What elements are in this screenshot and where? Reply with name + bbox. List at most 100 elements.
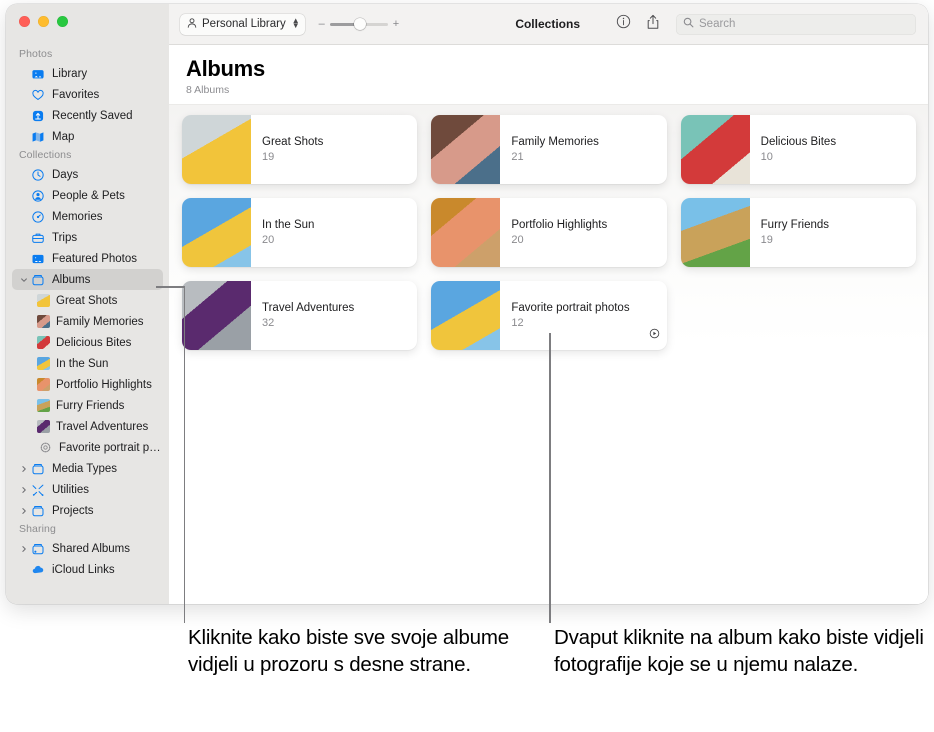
album-card[interactable]: Great Shots 19 [182,115,418,185]
sidebar-item-media-types[interactable]: Media Types [12,458,163,479]
album-card-body: Travel Adventures 32 [251,281,417,350]
album-title: Delicious Bites [760,136,837,149]
sidebar-item-recently-saved[interactable]: Recently Saved [12,105,163,126]
album-thumbnail-icon [37,336,50,349]
album-thumbnail-icon [37,315,50,328]
sidebar-item-featured-photos[interactable]: Featured Photos [12,248,163,269]
sidebar-section-header: Collections [19,149,72,161]
sidebar-item-shared-albums[interactable]: Shared Albums [12,538,163,559]
traffic-lights [19,16,68,27]
sidebar-item-days[interactable]: Days [12,164,163,185]
sidebar-item-favorite-portrait-photos[interactable]: Favorite portrait photos [12,437,163,458]
album-card[interactable]: Delicious Bites 10 [680,115,916,185]
sidebar-item-portfolio-highlights[interactable]: Portfolio Highlights [12,374,163,395]
album-thumbnail-icon [37,378,50,391]
utilities-icon [30,483,46,497]
sidebar-item-favorites[interactable]: Favorites [12,84,163,105]
sidebar-item-icloud-links[interactable]: iCloud Links [12,559,163,580]
album-title: In the Sun [262,219,315,232]
toolbar-title: Collections [515,17,580,31]
close-button[interactable] [19,16,30,27]
album-card[interactable]: Portfolio Highlights 20 [431,198,667,268]
album-card-body: In the Sun 20 [251,198,417,267]
sidebar-item-label: Trips [52,231,78,244]
library-label: Personal Library [202,18,286,30]
toolbar: Personal Library ▲ ▼ – + Collections Sea… [169,4,928,45]
album-photo-count: 21 [511,151,524,164]
sidebar-item-travel-adventures[interactable]: Travel Adventures [12,416,163,437]
search-input[interactable]: Search [699,18,735,30]
people-icon [30,189,46,203]
album-cover-image [680,115,750,185]
toolbar-actions [616,14,660,35]
sidebar-item-trips[interactable]: Trips [12,227,163,248]
album-photo-count: 19 [262,151,275,164]
album-cover-image [680,198,750,268]
page-title: Albums [186,56,265,81]
info-icon[interactable] [616,14,631,34]
album-card[interactable]: Furry Friends 19 [680,198,916,268]
album-card[interactable]: In the Sun 20 [182,198,418,268]
sidebar-item-delicious-bites[interactable]: Delicious Bites [12,332,163,353]
chevron-right-icon[interactable] [19,486,29,494]
share-icon[interactable] [646,14,660,35]
album-cover-image [182,198,251,268]
minimize-button[interactable] [38,16,49,27]
sidebar-item-albums[interactable]: Albums [12,269,163,290]
sidebar-item-label: Favorite portrait photos [59,441,163,454]
album-card[interactable]: Family Memories 21 [431,115,667,185]
chevron-right-icon[interactable] [19,507,29,515]
zoom-out-label[interactable]: – [319,18,325,30]
clock-icon [30,168,46,182]
sidebar-item-map[interactable]: Map [12,126,163,147]
chevron-updown-icon[interactable]: ▲ ▼ [292,17,300,30]
search-icon [683,17,694,31]
album-cover-image [431,198,501,268]
chevron-right-icon[interactable] [19,465,29,473]
chevron-right-icon[interactable] [19,545,29,553]
sidebar-item-memories[interactable]: Memories [12,206,163,227]
sidebar-item-furry-friends[interactable]: Furry Friends [12,395,163,416]
zoom-in-label[interactable]: + [393,18,399,30]
zoom-slider-control[interactable]: – + [319,18,399,30]
library-selector[interactable]: Personal Library ▲ ▼ [180,13,305,35]
album-thumbnail-icon [37,357,50,370]
album-card[interactable]: Travel Adventures 32 [182,281,418,351]
album-photo-count: 32 [262,317,275,330]
album-count-label: 8 Albums [186,84,230,97]
sidebar-list[interactable]: Photos Library Favorites Recently Saved Map C… [6,4,169,580]
album-photo-count: 12 [511,317,524,330]
album-title: Great Shots [262,136,324,149]
sidebar-item-projects[interactable]: Projects [12,500,163,521]
album-card-body: Delicious Bites 10 [750,115,916,184]
search-field[interactable]: Search [676,13,916,35]
sidebar-item-label: Delicious Bites [56,336,132,349]
album-title: Family Memories [511,136,599,149]
photos-window: Photos Library Favorites Recently Saved Map C… [6,4,928,604]
sidebar-item-label: Library [52,67,88,80]
slider-knob[interactable] [353,18,366,30]
album-thumbnail-icon [37,294,50,307]
album-card-body: Great Shots 19 [251,115,417,184]
sidebar: Photos Library Favorites Recently Saved Map C… [6,4,169,604]
album-title: Furry Friends [760,219,830,232]
sidebar-item-label: Projects [52,504,94,517]
sidebar-item-in-the-sun[interactable]: In the Sun [12,353,163,374]
zoom-button[interactable] [57,16,68,27]
sidebar-item-great-shots[interactable]: Great Shots [12,290,163,311]
sidebar-item-label: Family Memories [56,315,144,328]
sidebar-item-library[interactable]: Library [12,63,163,84]
chevron-down-icon[interactable] [19,276,29,284]
zoom-slider[interactable] [329,18,388,30]
sidebar-item-label: Shared Albums [52,542,130,555]
callout-text-2: Dvaput kliknite na album kako biste vidj… [554,626,924,677]
sidebar-item-utilities[interactable]: Utilities [12,479,163,500]
heart-icon [30,88,46,102]
projects-icon [30,504,46,518]
page-header: Albums 8 Albums [169,45,928,106]
sidebar-item-label: Portfolio Highlights [56,378,152,391]
sidebar-item-people-pets[interactable]: People & Pets [12,185,163,206]
album-photo-count: 20 [262,234,275,247]
sidebar-item-family-memories[interactable]: Family Memories [12,311,163,332]
sidebar-item-label: Albums [52,273,91,286]
